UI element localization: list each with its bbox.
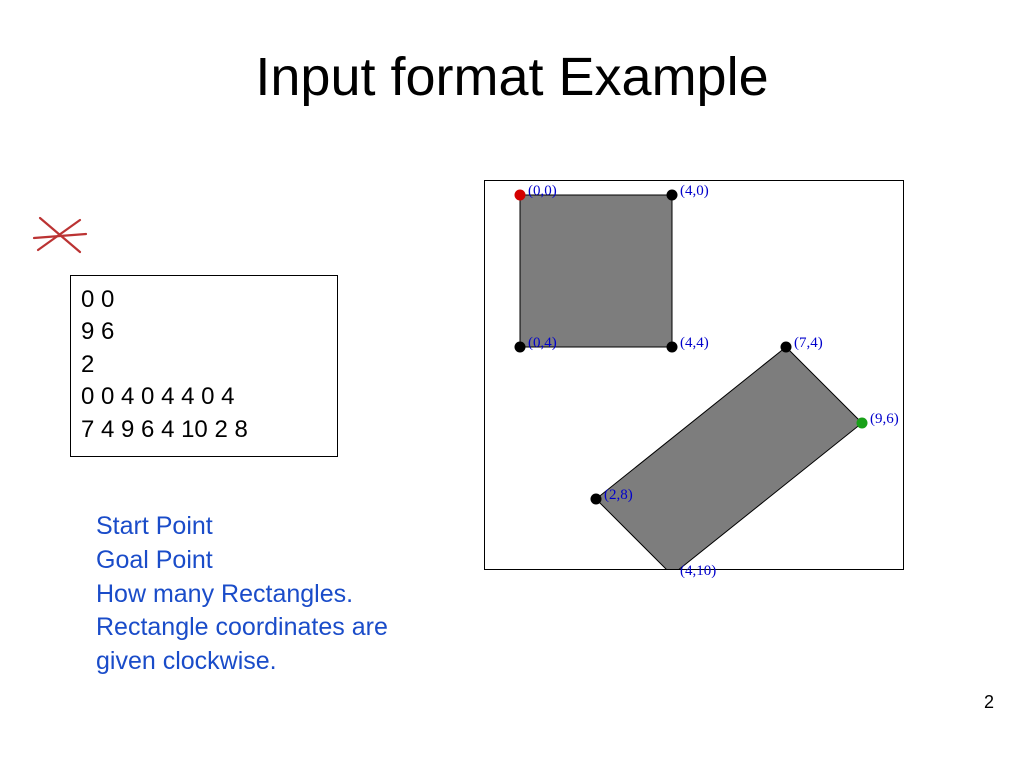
coord-label: (4,4) bbox=[680, 335, 709, 352]
input-line: 0 0 4 0 4 4 0 4 bbox=[81, 381, 327, 413]
input-line: 7 4 9 6 4 10 2 8 bbox=[81, 414, 327, 446]
coord-label: (7,4) bbox=[794, 335, 823, 352]
vertex-dot bbox=[515, 190, 526, 201]
caption-line: Goal Point bbox=[96, 544, 436, 578]
coord-label: (0,0) bbox=[528, 183, 557, 200]
caption-line: How many Rectangles. bbox=[96, 578, 436, 612]
coord-label: (9,6) bbox=[870, 411, 899, 428]
coord-label: (4,10) bbox=[680, 563, 716, 580]
coord-label: (0,4) bbox=[528, 335, 557, 352]
geometry-diagram: (0,0)(4,0)(0,4)(4,4)(7,4)(9,6)(2,8)(4,10… bbox=[484, 180, 904, 570]
asterisk-mark-icon bbox=[30, 208, 90, 268]
input-format-box: 0 0 9 6 2 0 0 4 0 4 4 0 4 7 4 9 6 4 10 2… bbox=[70, 275, 338, 457]
vertex-dot bbox=[781, 342, 792, 353]
coord-label: (2,8) bbox=[604, 487, 633, 504]
page-number: 2 bbox=[984, 692, 994, 713]
coord-label: (4,0) bbox=[680, 183, 709, 200]
vertex-dot bbox=[515, 342, 526, 353]
input-line: 0 0 bbox=[81, 284, 327, 316]
obstacle-polygon bbox=[520, 195, 672, 347]
caption-line: Rectangle coordinates are given clockwis… bbox=[96, 611, 436, 679]
input-line: 2 bbox=[81, 349, 327, 381]
vertex-dot bbox=[667, 342, 678, 353]
vertex-dot bbox=[591, 494, 602, 505]
input-format-caption: Start Point Goal Point How many Rectangl… bbox=[96, 510, 436, 679]
vertex-dot bbox=[857, 418, 868, 429]
vertex-dot bbox=[667, 190, 678, 201]
caption-line: Start Point bbox=[96, 510, 436, 544]
obstacle-polygon bbox=[596, 347, 862, 569]
input-line: 9 6 bbox=[81, 316, 327, 348]
slide-title: Input format Example bbox=[0, 46, 1024, 108]
